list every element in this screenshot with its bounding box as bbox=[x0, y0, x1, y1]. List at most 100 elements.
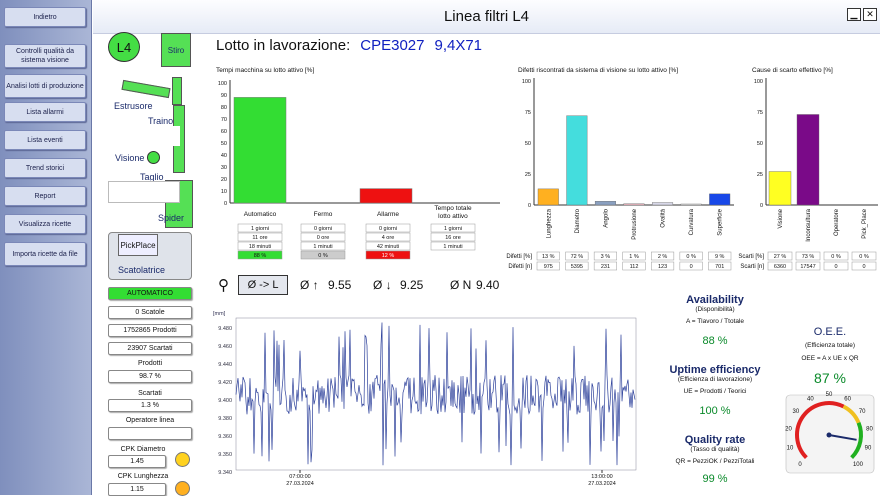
chart2-cell-text: 72 % bbox=[571, 254, 584, 260]
chart3-cell-text: 73 % bbox=[802, 254, 815, 260]
chart2-cell-text: 701 bbox=[715, 264, 724, 270]
charts-svg: Tempi macchina su lotto attivo [%] 0 10 20 3… bbox=[213, 67, 878, 487]
chart1-xlabel: Automatico bbox=[244, 211, 277, 218]
chart1-ytick: 50 bbox=[221, 141, 227, 147]
diam-min-value: 9.25 bbox=[400, 278, 424, 292]
chart2-xlabel: Superficie bbox=[718, 208, 724, 235]
chart3-bar bbox=[796, 114, 820, 206]
chart2-xlabel: Protrusione bbox=[632, 208, 638, 239]
chart2-cell-text: 5395 bbox=[571, 264, 583, 270]
gauge-tick: 90 bbox=[865, 446, 872, 452]
chart1-ytick: 80 bbox=[221, 105, 227, 111]
chart1-cell-text: 11 ore bbox=[252, 235, 267, 241]
chart2-ytick: 100 bbox=[522, 79, 531, 85]
chart1-ytick: 100 bbox=[218, 81, 227, 87]
availability-title: Availability bbox=[686, 294, 744, 306]
chart2-xlabel: Angolo bbox=[603, 208, 609, 227]
uptime-sub: (Efficienza di lavorazione) bbox=[677, 376, 753, 383]
chart2-cell-text: 0 % bbox=[686, 254, 696, 260]
chart3-xlabel: Pick_Place bbox=[862, 208, 868, 238]
chart2-bar bbox=[537, 188, 559, 206]
diam-nom-label: Ø N bbox=[450, 278, 472, 292]
chart1-cell-text: 0 ore bbox=[317, 235, 330, 241]
chart1-cell-text: 4 ore bbox=[382, 235, 395, 241]
diameter-to-length-button[interactable]: Ø -> L bbox=[238, 275, 288, 295]
chart1-cell-text: 88 % bbox=[254, 253, 267, 259]
chart1-xlabel: Tempo totale bbox=[434, 205, 472, 212]
chart3-bar bbox=[768, 171, 792, 206]
chart1-cell-text: 1 giorni bbox=[251, 226, 269, 232]
chart2-ytick: 25 bbox=[525, 172, 531, 178]
chart2-cell-text: 1 % bbox=[629, 254, 639, 260]
trend-xtick: 07:00:00 bbox=[289, 474, 310, 480]
trend-ytick: 9.480 bbox=[218, 326, 232, 332]
chart2-bar bbox=[680, 203, 702, 206]
availability-value: 88 % bbox=[702, 335, 728, 347]
gauge-tick: 80 bbox=[866, 427, 873, 433]
trend-xtick: 13:00:00 bbox=[591, 474, 612, 480]
chart3-row-label: Scarti [n] bbox=[740, 264, 764, 270]
chart2-cell-text: 123 bbox=[658, 264, 667, 270]
trend-ytick: 9.380 bbox=[218, 416, 232, 422]
availability-block: Availability (Disponibilità) A = Tlavoro /… bbox=[655, 294, 775, 347]
uptime-value: 100 % bbox=[699, 405, 731, 417]
oee-sub: (Efficienza totale) bbox=[804, 342, 856, 349]
chart2-cell-text: 231 bbox=[601, 264, 610, 270]
diam-nom-value: 9.40 bbox=[476, 278, 500, 292]
chart1-cell-text: 0 giorni bbox=[314, 226, 332, 232]
chart1-ytick: 10 bbox=[221, 189, 227, 195]
chart2-cell-text: 0 bbox=[690, 264, 693, 270]
chart2-cell-text: 13 % bbox=[542, 254, 555, 260]
chart1-ytick: 60 bbox=[221, 129, 227, 135]
diam-max-value: 9.55 bbox=[328, 278, 352, 292]
chart1-ytick: 40 bbox=[221, 153, 227, 159]
chart1-bar bbox=[233, 97, 287, 204]
oee-value: 87 % bbox=[814, 370, 846, 386]
chart2-bar bbox=[652, 202, 674, 206]
chart1-ytick: 90 bbox=[221, 93, 227, 99]
availability-sub: (Disponibilità) bbox=[695, 306, 735, 313]
chart1-cell-text: 16 ore bbox=[445, 235, 461, 241]
chart3-cell-text: 0 bbox=[834, 264, 837, 270]
trend-ytick: 9.460 bbox=[218, 344, 232, 350]
chart2-cell-text: 9 % bbox=[715, 254, 725, 260]
trend-ytick: 9.340 bbox=[218, 470, 232, 476]
chart1-ytick: 0 bbox=[224, 201, 227, 207]
oee-formula: OEE = A x UE x QR bbox=[801, 355, 859, 362]
oee-block: O.E.E. (Efficienza totale) OEE = A x UE x … bbox=[785, 326, 875, 386]
chart3-ytick: 0 bbox=[760, 203, 763, 209]
chart2-row-label: Difetti [n] bbox=[508, 264, 532, 270]
chart2-xlabel: Lunghezza bbox=[546, 208, 552, 238]
chart2-xlabel: Ovalità bbox=[661, 208, 667, 227]
chart1-xlabel: lotto attivo bbox=[438, 213, 468, 220]
zoom-icon[interactable]: ⚲ bbox=[218, 276, 229, 294]
gauge-tick: 70 bbox=[859, 409, 866, 415]
chart2-ytick: 0 bbox=[528, 203, 531, 209]
diam-max-label: Ø ↑ bbox=[300, 278, 319, 292]
chart1-cell-text: 1 giorni bbox=[444, 226, 462, 232]
chart3-xlabel: Visione bbox=[778, 208, 784, 228]
chart2-ytick: 75 bbox=[525, 110, 531, 116]
chart1-bar bbox=[359, 188, 413, 204]
gauge-tick: 30 bbox=[792, 409, 799, 415]
gauge-hub bbox=[826, 432, 832, 438]
uptime-block: Uptime efficiency (Efficienza di lavorazi… bbox=[655, 364, 775, 417]
chart2-xlabel: Curvatura bbox=[689, 208, 695, 235]
chart1-cell-text: 0 giorni bbox=[379, 226, 397, 232]
chart1-cell-text: 1 minuti bbox=[443, 244, 462, 250]
uptime-title: Uptime efficiency bbox=[669, 364, 761, 376]
chart2-cell-text: 3 % bbox=[601, 254, 611, 260]
chart1-cell-text: 42 minuti bbox=[377, 244, 399, 250]
quality-block: Quality rate (Tasso di qualità) QR = Pezzi… bbox=[655, 434, 775, 485]
chart1-ytick: 70 bbox=[221, 117, 227, 123]
chart1-cell-text: 0 % bbox=[318, 253, 328, 259]
chart1-title: Tempi macchina su lotto attivo [%] bbox=[216, 67, 314, 74]
chart3-xlabel: Inconsultura bbox=[806, 208, 812, 241]
chart1-ytick: 30 bbox=[221, 165, 227, 171]
chart1-cell-text: 1 minuti bbox=[313, 244, 332, 250]
chart3-row-label: Scarti [%] bbox=[738, 254, 764, 260]
chart2-cell-text: 975 bbox=[544, 264, 553, 270]
trend-ytick: 9.440 bbox=[218, 362, 232, 368]
chart2-bar bbox=[709, 193, 731, 206]
chart3-ytick: 100 bbox=[754, 79, 763, 85]
